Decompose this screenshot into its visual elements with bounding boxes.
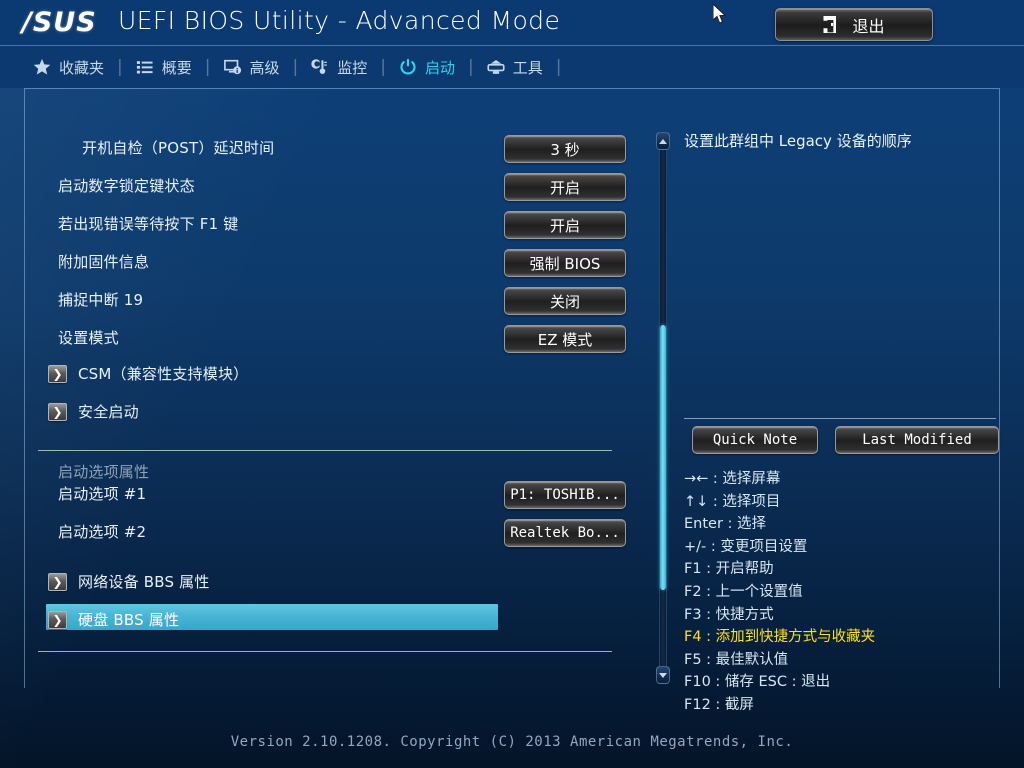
tab-divider: | xyxy=(555,57,562,77)
setting-row-boot-option-1[interactable]: 启动选项 #1 P1: TOSHIB... xyxy=(24,478,638,509)
tab-divider: | xyxy=(117,57,123,77)
chevron-right-icon: ❯ xyxy=(48,365,67,383)
setting-value-boot-option-2[interactable]: Realtek Bo... xyxy=(504,519,626,547)
asus-logo: /SUS xyxy=(22,6,97,38)
section-divider-bottom xyxy=(38,651,612,652)
key-hint: F3 : 快捷方式 xyxy=(684,606,774,623)
last-modified-button[interactable]: Last Modified xyxy=(835,426,999,454)
setting-label: 启动选项 #2 xyxy=(58,522,147,541)
setting-value-post-delay[interactable]: 3 秒 xyxy=(504,135,626,163)
tab-divider: | xyxy=(204,57,211,77)
tab-advanced-label: 高级 xyxy=(249,58,280,77)
submenu-row-hard-drive-bbs[interactable]: ❯ 硬盘 BBS 属性 xyxy=(24,604,638,634)
setting-value-wait-f1[interactable]: 开启 xyxy=(504,211,626,239)
exit-button-label: 退出 xyxy=(852,16,885,36)
setting-label: 设置模式 xyxy=(58,328,119,347)
setting-row-boot-option-2[interactable]: 启动选项 #2 Realtek Bo... xyxy=(24,516,638,547)
help-description: 设置此群组中 Legacy 设备的顺序 xyxy=(684,132,912,150)
quick-note-button[interactable]: Quick Note xyxy=(692,426,818,454)
door-exit-icon xyxy=(823,16,837,33)
key-hint: F10 : 储存 ESC : 退出 xyxy=(684,674,831,691)
main-tab-bar: 收藏夹 | 概要 | 高级 | 监控 | 启动 | 工具 | xyxy=(0,46,1024,88)
tab-boot[interactable]: 启动 xyxy=(388,46,466,88)
scroll-down-button[interactable] xyxy=(656,666,670,684)
setting-label: 附加固件信息 xyxy=(58,252,150,271)
help-divider xyxy=(684,418,996,419)
tab-divider: | xyxy=(468,57,474,77)
setting-value-numlock[interactable]: 开启 xyxy=(504,173,626,201)
submenu-row-secure-boot[interactable]: ❯ 安全启动 xyxy=(24,396,638,426)
page-title: UEFI BIOS Utility - Advanced Mode xyxy=(118,6,561,35)
triangle-up-icon xyxy=(659,138,667,144)
printer-icon xyxy=(487,59,505,74)
power-icon xyxy=(400,58,416,75)
tab-bar-leadin xyxy=(0,46,22,88)
settings-pane: 开机自检（POST）延迟时间 3 秒 启动数字锁定键状态 开启 若出现错误等待按… xyxy=(24,100,638,680)
scroll-up-button[interactable] xyxy=(656,132,670,150)
tab-main[interactable]: 概要 xyxy=(125,46,203,88)
key-hint: F2 : 上一个设置值 xyxy=(684,583,803,600)
thermometer-icon xyxy=(311,59,328,74)
setting-row-option-rom[interactable]: 附加固件信息 强制 BIOS xyxy=(24,246,638,277)
key-hint: Enter : 选择 xyxy=(684,516,767,533)
scrollbar-thumb[interactable] xyxy=(660,325,666,590)
tab-boot-label: 启动 xyxy=(425,58,456,77)
key-hint: F1 : 开启帮助 xyxy=(684,561,774,578)
key-hints-list: →← : 选择屏幕 ↑↓ : 选择项目 Enter : 选择 +/- : 变更项… xyxy=(684,468,1000,717)
tab-monitor-label: 监控 xyxy=(337,58,368,77)
star-icon xyxy=(33,58,51,75)
setting-row-post-delay[interactable]: 开机自检（POST）延迟时间 3 秒 xyxy=(24,132,638,163)
footer-version: Version 2.10.1208. Copyright (C) 2013 Am… xyxy=(230,734,794,750)
setting-value-option-rom[interactable]: 强制 BIOS xyxy=(504,249,626,277)
setting-label: 启动选项 #1 xyxy=(58,484,147,503)
setting-row-interrupt-19[interactable]: 捕捉中断 19 关闭 xyxy=(24,284,638,315)
monitor-info-icon xyxy=(223,59,241,75)
key-hint: +/- : 变更项目设置 xyxy=(684,538,808,555)
help-pane: 设置此群组中 Legacy 设备的顺序 Quick Note Last Modi… xyxy=(680,100,1000,713)
key-hint: ↑↓ : 选择项目 xyxy=(684,493,781,510)
tab-main-label: 概要 xyxy=(161,58,192,77)
triangle-down-icon xyxy=(659,672,667,678)
tab-favorites-label: 收藏夹 xyxy=(59,58,105,77)
setting-label: 若出现错误等待按下 F1 键 xyxy=(58,214,239,233)
key-hint-highlighted: F4 : 添加到快捷方式与收藏夹 xyxy=(684,629,876,646)
key-hint: F12 : 截屏 xyxy=(684,696,754,713)
setting-label: 开机自检（POST）延迟时间 xyxy=(82,138,275,157)
tab-monitor[interactable]: 监控 xyxy=(300,46,378,88)
tab-divider: | xyxy=(292,57,299,77)
title-bar: /SUS UEFI BIOS Utility - Advanced Mode 退… xyxy=(0,0,1024,46)
settings-scrollbar[interactable] xyxy=(655,132,671,684)
setting-value-interrupt-19[interactable]: 关闭 xyxy=(504,287,626,315)
tab-tool[interactable]: 工具 xyxy=(476,46,554,88)
chevron-right-icon: ❯ xyxy=(48,403,67,421)
chevron-right-icon: ❯ xyxy=(48,611,67,629)
setting-label: 启动数字锁定键状态 xyxy=(58,176,195,195)
setting-row-setup-mode[interactable]: 设置模式 EZ 模式 xyxy=(24,322,638,353)
key-hint: F5 : 最佳默认值 xyxy=(684,651,789,668)
tab-advanced[interactable]: 高级 xyxy=(213,46,291,88)
setting-label: 捕捉中断 19 xyxy=(58,290,144,309)
list-icon xyxy=(136,61,153,74)
bios-screen: /SUS UEFI BIOS Utility - Advanced Mode 退… xyxy=(0,0,1024,768)
chevron-right-icon: ❯ xyxy=(48,573,67,591)
submenu-label: CSM（兼容性支持模块） xyxy=(78,364,249,383)
key-hint: →← : 选择屏幕 xyxy=(684,471,781,487)
submenu-label: 网络设备 BBS 属性 xyxy=(78,572,210,591)
setting-row-numlock[interactable]: 启动数字锁定键状态 开启 xyxy=(24,170,638,201)
setting-row-wait-f1[interactable]: 若出现错误等待按下 F1 键 开启 xyxy=(24,208,638,239)
section-divider-top xyxy=(38,450,612,451)
tab-divider: | xyxy=(380,57,386,77)
submenu-row-csm[interactable]: ❯ CSM（兼容性支持模块） xyxy=(24,358,638,388)
submenu-label: 安全启动 xyxy=(78,402,139,421)
exit-button[interactable]: 退出 xyxy=(775,8,933,41)
setting-value-boot-option-1[interactable]: P1: TOSHIB... xyxy=(504,481,626,509)
submenu-row-network-bbs[interactable]: ❯ 网络设备 BBS 属性 xyxy=(24,566,638,596)
setting-value-setup-mode[interactable]: EZ 模式 xyxy=(504,325,626,353)
tab-favorites[interactable]: 收藏夹 xyxy=(22,46,115,88)
tab-tool-label: 工具 xyxy=(512,58,543,77)
submenu-label: 硬盘 BBS 属性 xyxy=(78,610,180,629)
